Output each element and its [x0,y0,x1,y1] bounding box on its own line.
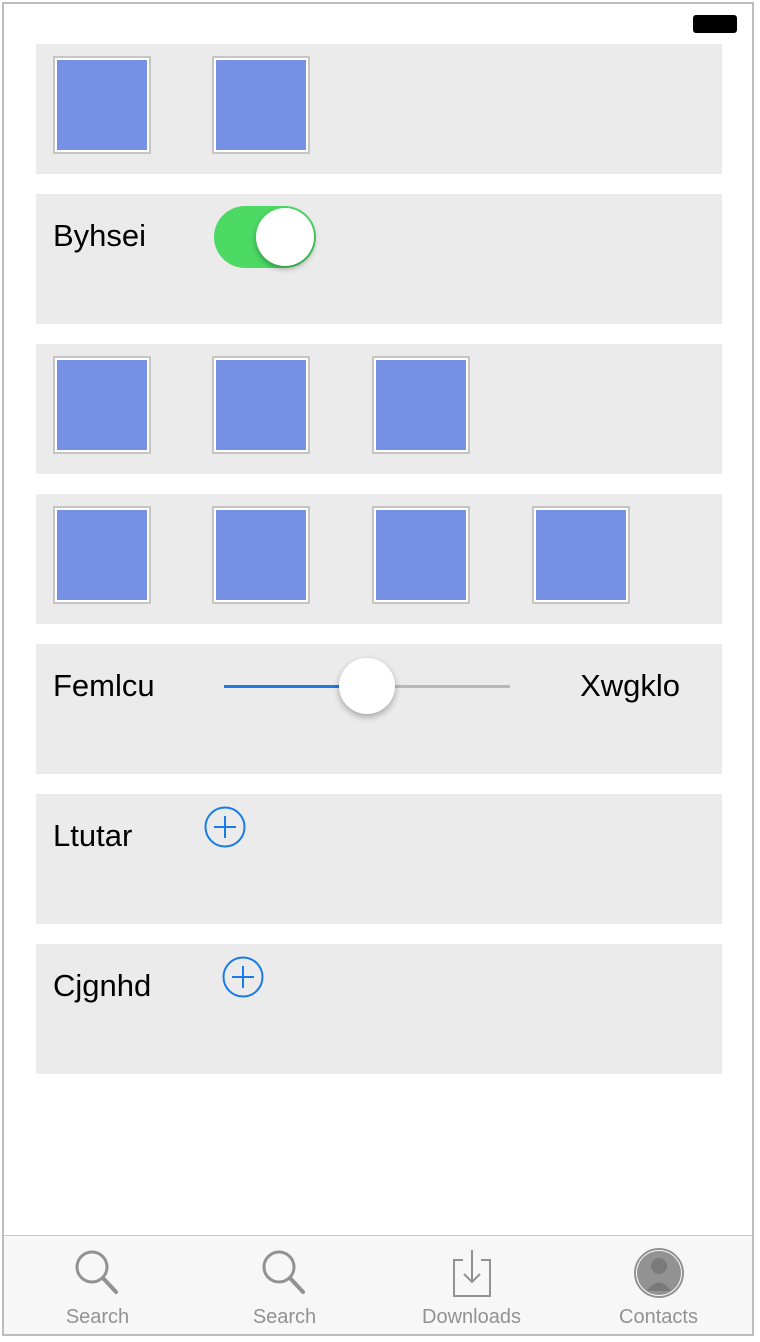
download-icon [452,1250,491,1297]
tab-search-1[interactable]: Search [4,1236,191,1334]
add-row-label: Ltutar [53,818,133,853]
tab-downloads[interactable]: Downloads [378,1236,565,1334]
toggle-row: Byhsei [36,194,722,324]
tab-bar: Search Search Downloads Contacts [4,1235,752,1334]
image-tile[interactable] [53,356,151,454]
image-tile[interactable] [212,56,310,154]
image-tile[interactable] [532,506,630,604]
tab-label: Search [252,1306,317,1328]
tab-label: Downloads [422,1306,521,1328]
toggle-knob [256,208,314,266]
tab-label: Contacts [619,1306,698,1328]
add-row-label: Cjgnhd [53,968,152,1003]
app-screen: Byhsei Femlcu Xwgklo Ltutar Cjgnhd Searc… [2,2,754,1336]
image-tile[interactable] [372,356,470,454]
toggle-switch[interactable] [214,206,316,268]
tab-label: Search [65,1306,130,1328]
add-row-cjgnhd: Cjgnhd [36,944,722,1074]
add-row-ltutar: Ltutar [36,794,722,924]
battery-icon [693,15,737,33]
image-tile[interactable] [53,506,151,604]
image-tile[interactable] [372,506,470,604]
slider-thumb[interactable] [339,658,395,714]
image-row-4 [36,494,722,624]
tab-search-2[interactable]: Search [191,1236,378,1334]
toggle-label: Byhsei [53,218,147,253]
search-icon [262,1250,305,1294]
add-circle-icon[interactable] [222,956,264,998]
image-row-3 [36,344,722,474]
image-row-1 [36,44,722,174]
contact-icon [633,1248,684,1298]
slider-row: Femlcu Xwgklo [36,644,722,774]
search-icon [75,1250,118,1294]
tab-contacts[interactable]: Contacts [565,1236,752,1334]
image-tile[interactable] [212,356,310,454]
slider-min-label: Femlcu [53,668,155,703]
image-tile[interactable] [212,506,310,604]
add-circle-icon[interactable] [204,806,246,848]
slider-max-label: Xwgklo [580,668,680,703]
slider[interactable] [224,658,510,724]
image-tile[interactable] [53,56,151,154]
